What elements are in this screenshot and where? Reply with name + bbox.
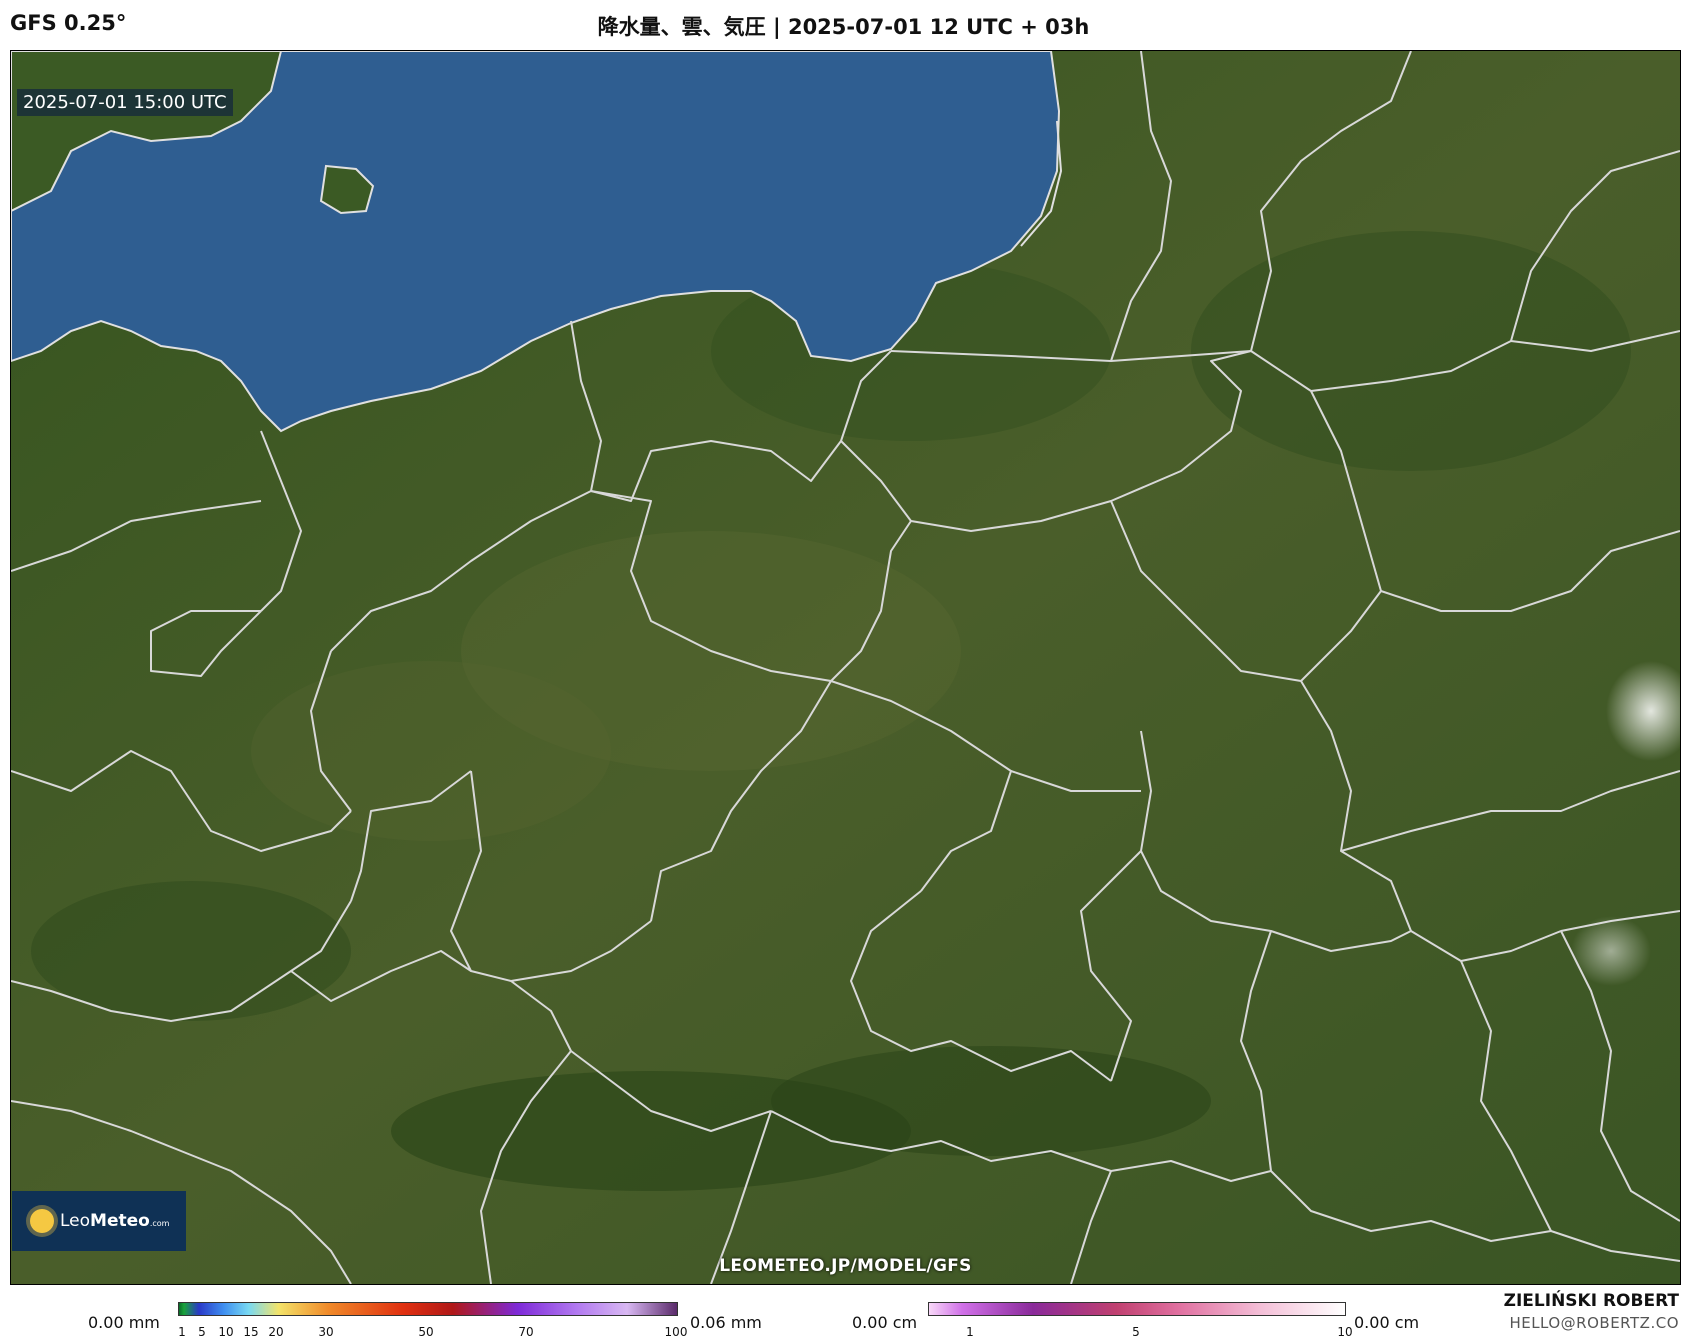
sun-icon bbox=[30, 1209, 54, 1233]
precip-tick: 15 bbox=[243, 1325, 259, 1339]
precip-min-label: 0.00 mm bbox=[88, 1313, 160, 1332]
source-url[interactable]: LEOMETEO.JP/MODEL/GFS bbox=[11, 1256, 1680, 1276]
snow-min-label: 0.00 cm bbox=[852, 1313, 918, 1332]
precip-tick: 20 bbox=[268, 1325, 284, 1339]
author-name: ZIELIŃSKI ROBERT bbox=[1503, 1291, 1679, 1311]
snow-tick: 1 bbox=[966, 1325, 974, 1339]
map-title: 降水量、雲、気圧 | 2025-07-01 12 UTC + 03h bbox=[597, 15, 1090, 39]
precip-colorbar bbox=[178, 1302, 678, 1316]
logo-text: LeoMeteo.com bbox=[60, 1211, 170, 1231]
leometeo-logo[interactable]: LeoMeteo.com bbox=[12, 1191, 186, 1251]
valid-time-label: 2025-07-01 15:00 UTC bbox=[17, 89, 233, 116]
map-view[interactable]: 2025-07-01 15:00 UTC LeoMeteo.com LEOMET… bbox=[10, 50, 1681, 1285]
snow-colorbar bbox=[928, 1302, 1346, 1316]
precip-max-label: 0.06 mm bbox=[690, 1313, 762, 1332]
precip-tick: 50 bbox=[418, 1325, 434, 1339]
author-email[interactable]: HELLO@ROBERTZ.CO bbox=[1509, 1314, 1679, 1332]
precip-tick: 100 bbox=[664, 1325, 688, 1339]
precip-tick: 1 bbox=[178, 1325, 186, 1339]
precip-tick: 30 bbox=[318, 1325, 334, 1339]
precip-tick: 10 bbox=[218, 1325, 234, 1339]
precip-tick: 5 bbox=[198, 1325, 206, 1339]
snow-max-label: 0.00 cm bbox=[1354, 1313, 1420, 1332]
snow-tick: 10 bbox=[1337, 1325, 1353, 1339]
satellite-map bbox=[11, 51, 1680, 1284]
snow-tick: 5 bbox=[1132, 1325, 1140, 1339]
precip-tick: 70 bbox=[518, 1325, 534, 1339]
